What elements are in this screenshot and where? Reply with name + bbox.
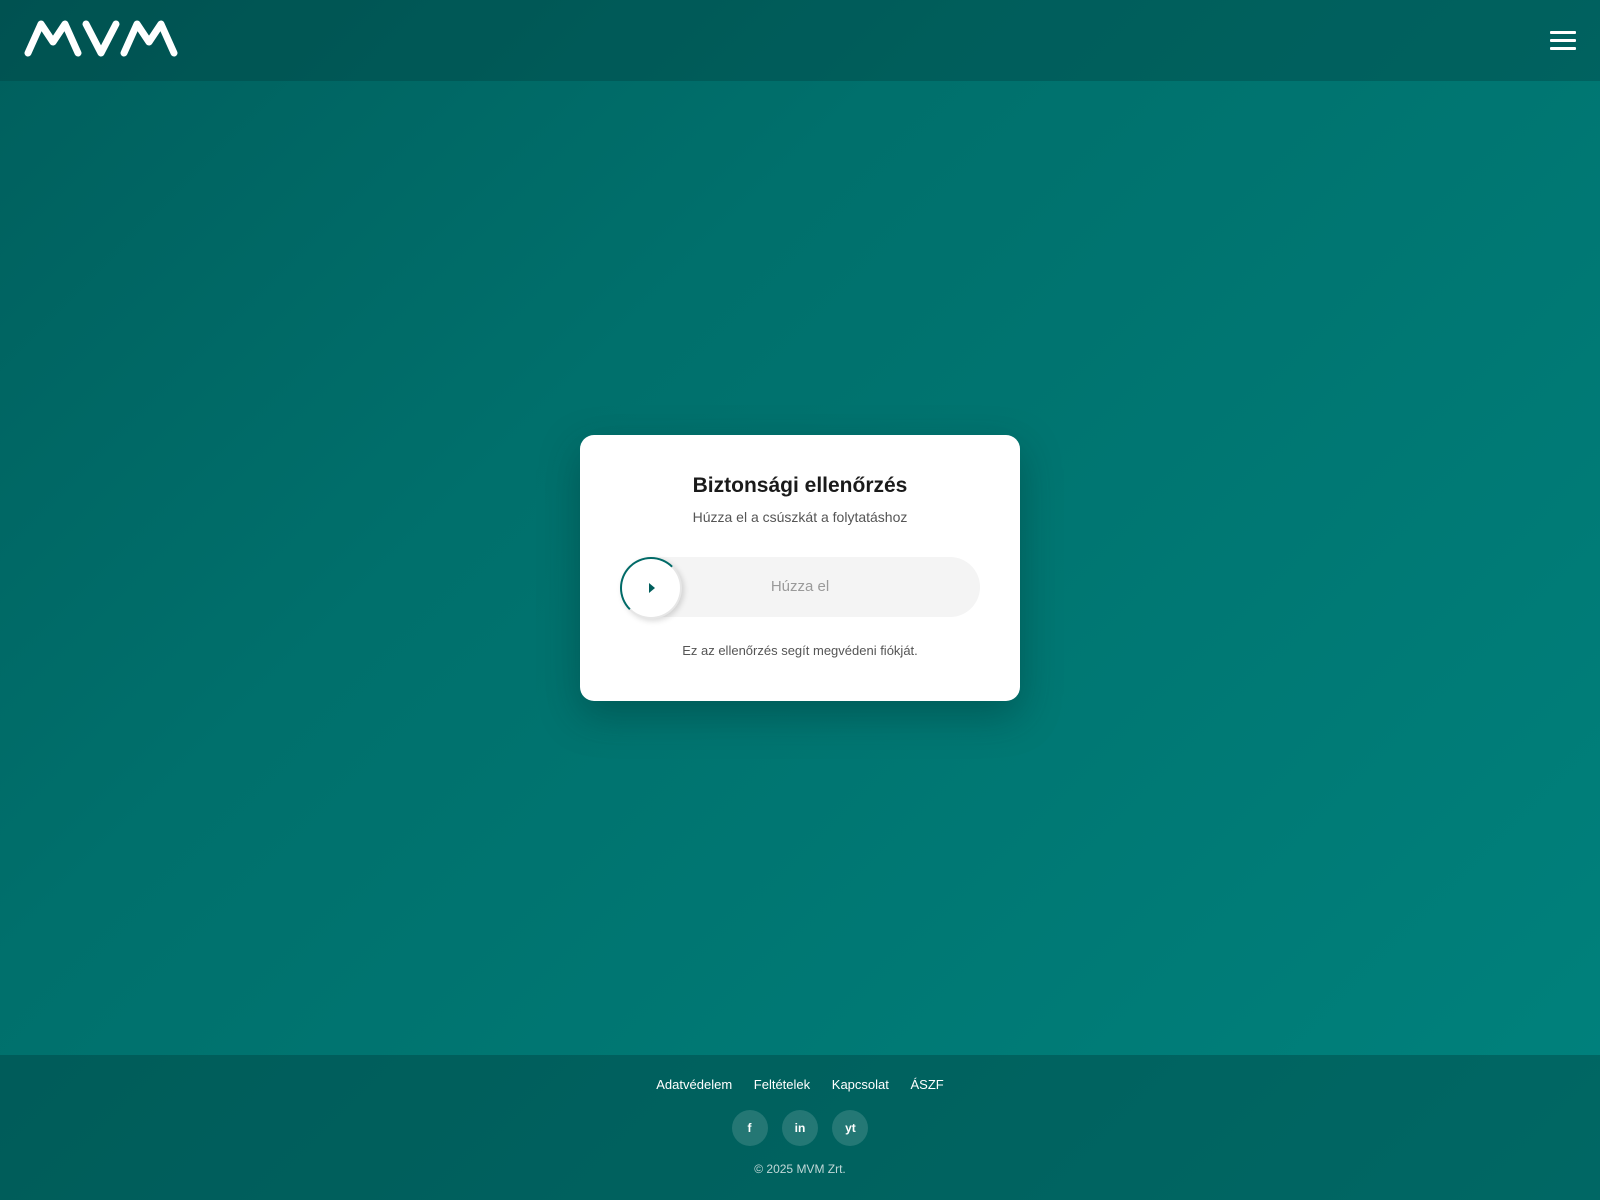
linkedin-icon[interactable]: in [782,1110,818,1146]
verification-subtitle: Húzza el a csúszkát a folytatáshoz [692,509,908,525]
verification-title: Biztonsági ellenőrzés [692,474,908,497]
verification-note: Ez az ellenőrzés segít megvédeni fiókját… [682,643,918,658]
social-links: f in yt [0,1110,1600,1146]
footer-links: Adatvédelem Feltételek Kapcsolat ÁSZF [0,1077,1600,1093]
slider-handle[interactable] [620,557,682,619]
footer-link-kapcsolat[interactable]: Kapcsolat [832,1077,889,1093]
youtube-icon[interactable]: yt [832,1110,869,1146]
top-header [0,0,1600,81]
mvm-logo[interactable] [24,18,178,58]
verification-slider[interactable]: Húzza el [620,557,980,619]
footer-link-adatvedelem[interactable]: Adatvédelem [656,1077,732,1093]
page-footer: Adatvédelem Feltételek Kapcsolat ÁSZF f … [0,1055,1600,1200]
copyright-text: © 2025 MVM Zrt. [754,1162,846,1176]
footer-link-aszf[interactable]: ÁSZF [911,1077,944,1093]
facebook-icon[interactable]: f [731,1110,768,1146]
footer-link-feltetelek[interactable]: Feltételek [754,1077,810,1093]
hamburger-menu-icon[interactable] [1548,28,1578,54]
verification-card: Biztonsági ellenőrzés Húzza el a csúszká… [580,435,1020,701]
mvm-logo-mark [24,20,178,57]
play-arrow-icon [649,583,655,593]
